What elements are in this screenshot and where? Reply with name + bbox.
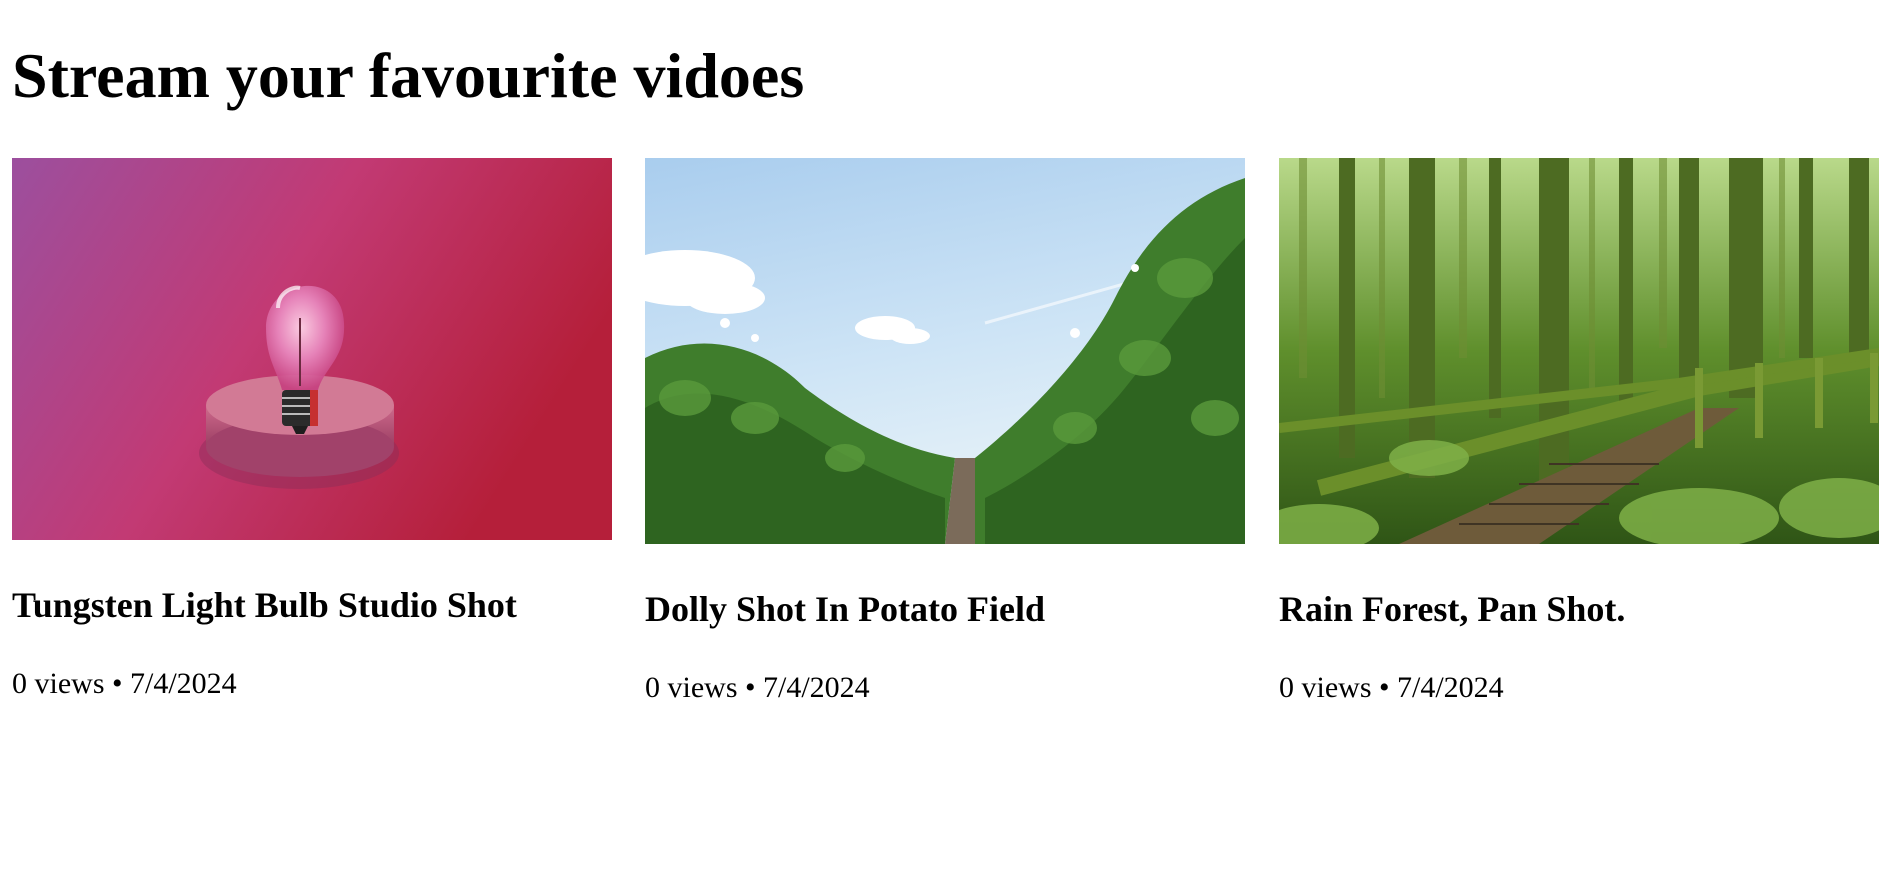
video-thumbnail[interactable]	[12, 158, 612, 540]
video-title[interactable]: Dolly Shot In Potato Field	[645, 588, 1045, 631]
video-title[interactable]: Tungsten Light Bulb Studio Shot	[12, 584, 517, 627]
potato-field-thumbnail-image	[645, 158, 1245, 544]
video-card[interactable]: Rain Forest, Pan Shot. 0 views • 7/4/202…	[1279, 158, 1879, 718]
video-thumbnail[interactable]	[1279, 158, 1879, 544]
rainforest-thumbnail-image	[1279, 158, 1879, 544]
video-card[interactable]: Dolly Shot In Potato Field 0 views • 7/4…	[645, 158, 1245, 718]
video-meta: 0 views • 7/4/2024	[645, 671, 870, 704]
video-thumbnail[interactable]	[645, 158, 1245, 544]
video-meta: 0 views • 7/4/2024	[12, 667, 237, 700]
video-title[interactable]: Rain Forest, Pan Shot.	[1279, 588, 1625, 631]
page-title: Stream your favourite vidoes	[12, 40, 805, 111]
video-meta: 0 views • 7/4/2024	[1279, 671, 1504, 704]
light-bulb-thumbnail-image	[12, 158, 612, 540]
video-card[interactable]: Tungsten Light Bulb Studio Shot 0 views …	[12, 158, 612, 718]
